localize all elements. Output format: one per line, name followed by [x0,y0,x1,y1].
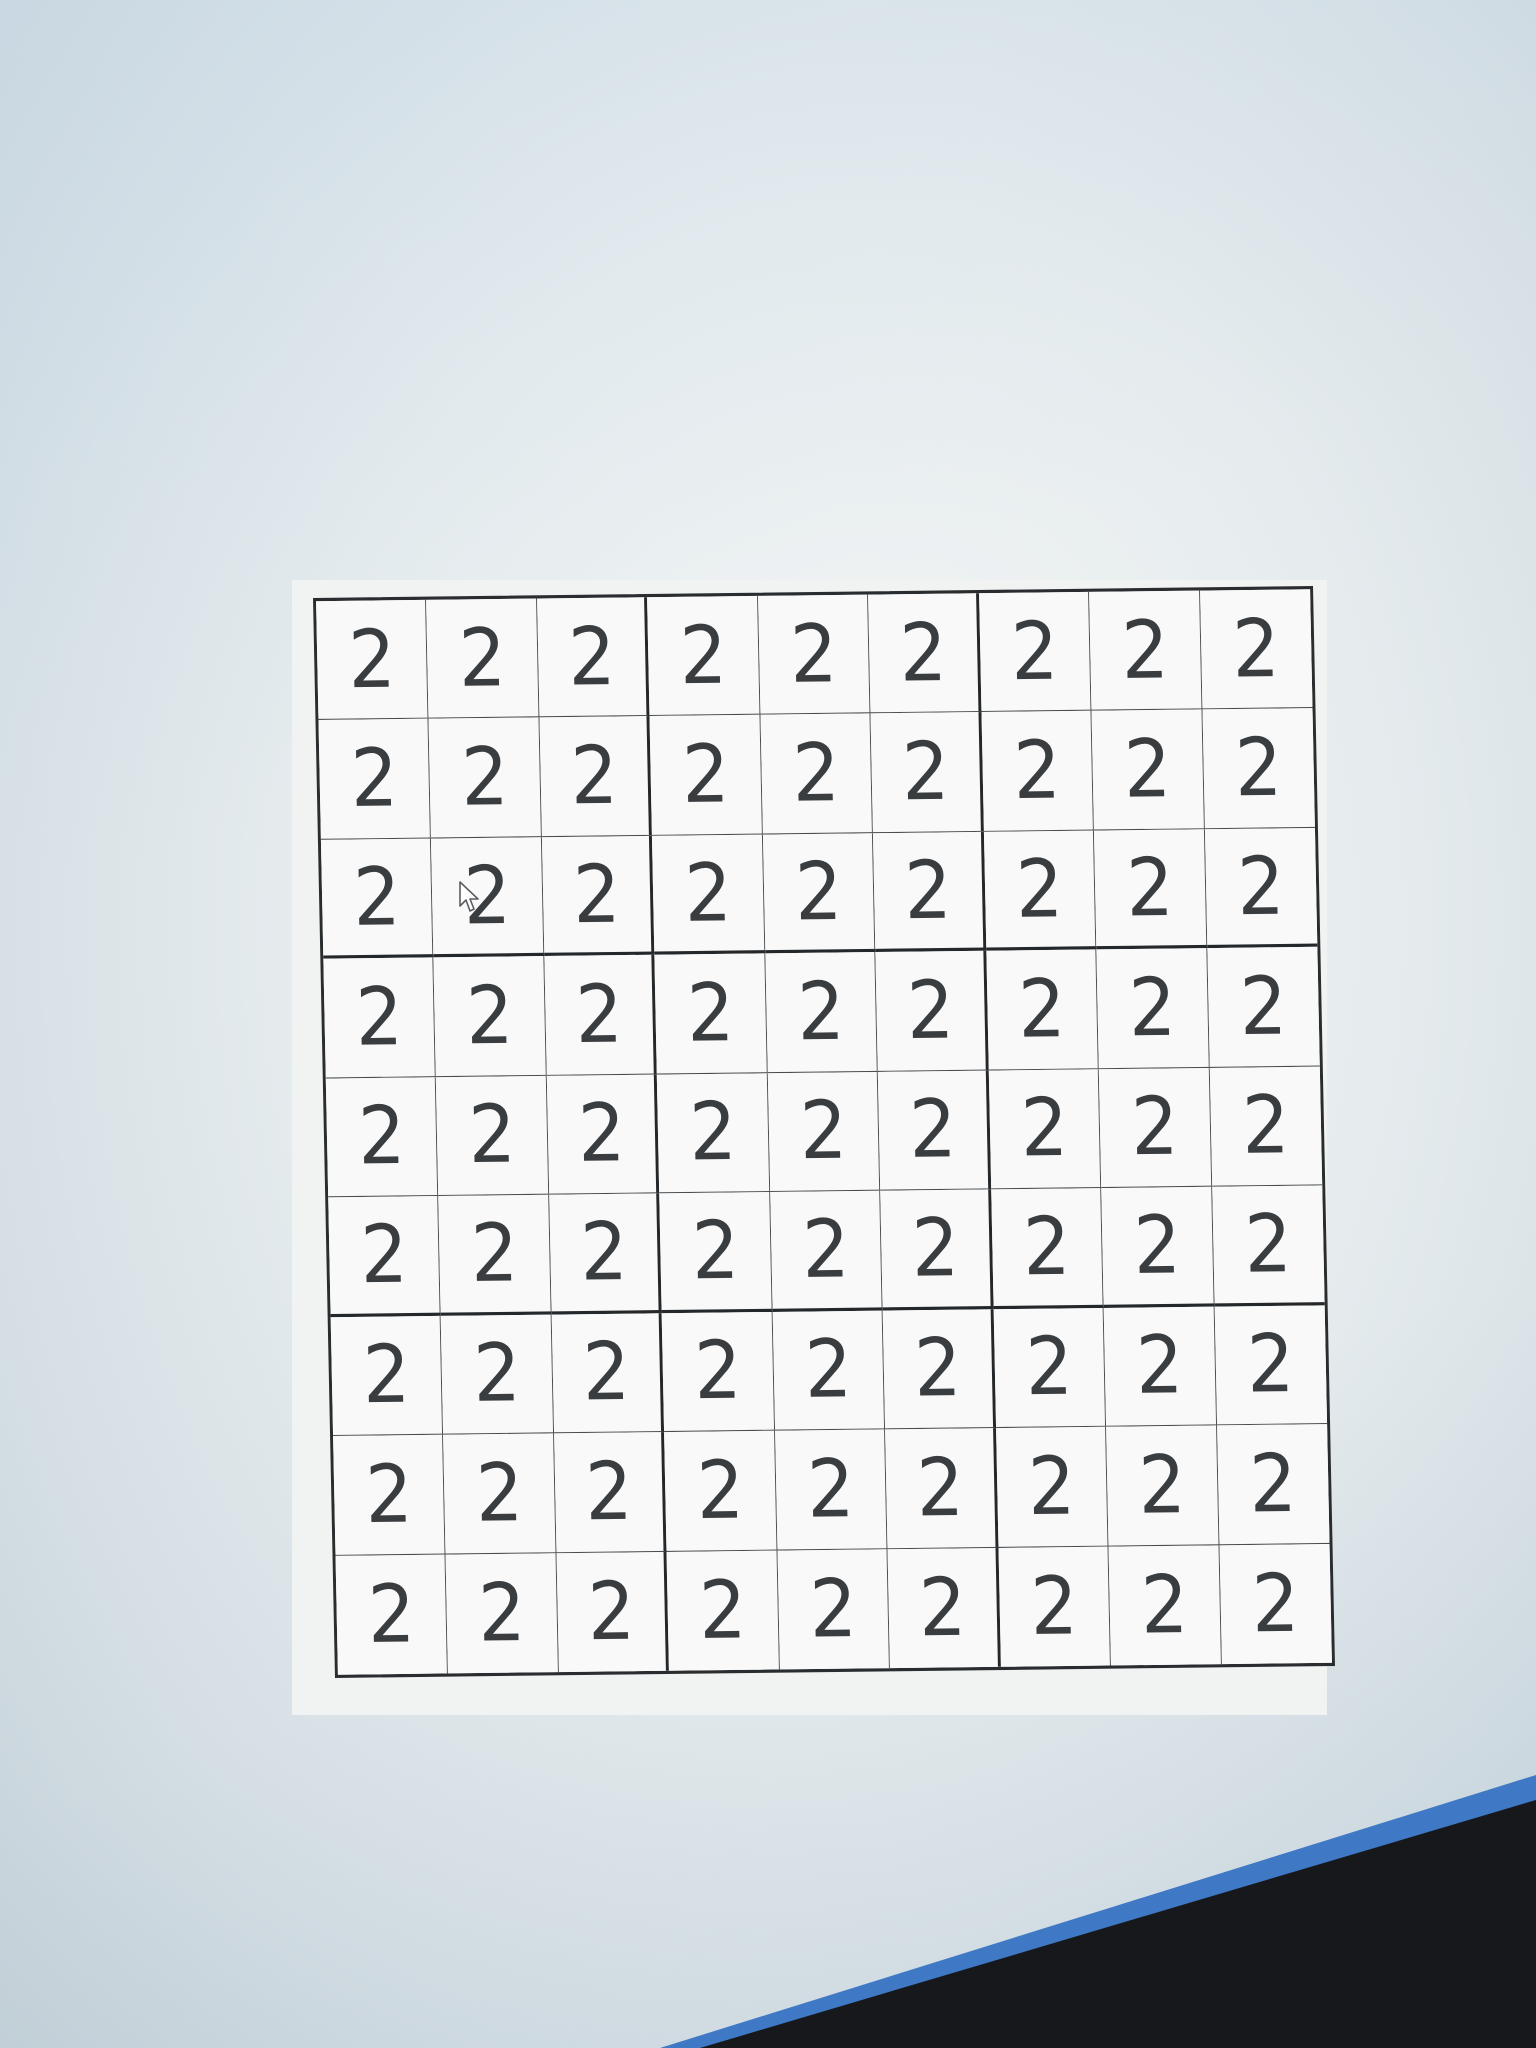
sudoku-cell[interactable]: 2 [777,1548,891,1670]
sudoku-cell[interactable]: 2 [875,951,989,1072]
sudoku-cell[interactable]: 2 [335,1554,449,1675]
sudoku-cell[interactable]: 2 [995,1426,1109,1548]
sudoku-cell[interactable]: 2 [998,1546,1112,1667]
sudoku-cell[interactable]: 2 [1091,709,1205,831]
sudoku-cell[interactable]: 2 [887,1547,1001,1669]
sudoku-cell[interactable]: 2 [445,1552,559,1674]
sudoku-cell[interactable]: 2 [546,1074,660,1195]
sudoku-cell[interactable]: 2 [1204,827,1318,949]
sudoku-cell[interactable]: 2 [325,1076,439,1198]
taskbar-bar [680,1785,1536,2048]
sudoku-cell[interactable]: 2 [988,1069,1102,1190]
sudoku-cell[interactable]: 2 [1089,590,1203,712]
sudoku-cell[interactable]: 2 [536,597,650,718]
sudoku-cell[interactable]: 2 [1206,947,1320,1068]
sudoku-cell[interactable]: 2 [544,955,658,1076]
sudoku-cell[interactable]: 2 [428,717,542,839]
sudoku-cell[interactable]: 2 [880,1189,994,1311]
sudoku-cell[interactable]: 2 [657,1073,770,1194]
sudoku-cell[interactable]: 2 [654,953,768,1075]
sudoku-cell[interactable]: 2 [1101,1186,1215,1308]
sudoku-cell[interactable]: 2 [664,1430,778,1552]
sudoku-cell[interactable]: 2 [762,833,876,954]
sudoku-cell[interactable]: 2 [772,1310,886,1431]
sudoku-cell[interactable]: 2 [767,1071,881,1193]
sudoku-cell[interactable]: 2 [661,1311,775,1433]
sudoku-cell[interactable]: 2 [539,716,653,838]
sudoku-cell[interactable]: 2 [878,1070,991,1191]
sudoku-cell[interactable]: 2 [870,712,984,834]
sudoku-cell[interactable]: 2 [1219,1543,1332,1665]
sudoku-cell[interactable]: 2 [320,838,434,960]
sudoku-cell[interactable]: 2 [1199,589,1313,710]
sudoku-cell[interactable]: 2 [549,1193,662,1315]
sudoku-cell[interactable]: 2 [426,598,540,720]
sudoku-cell[interactable]: 2 [551,1312,665,1434]
sudoku-cell[interactable]: 2 [1202,708,1315,830]
sudoku-cell[interactable]: 2 [981,711,1095,832]
sudoku-board: 2222222222222222222222222222222222222222… [313,586,1335,1678]
sudoku-cell[interactable]: 2 [978,591,1092,713]
sudoku-cell[interactable]: 2 [438,1194,552,1316]
sudoku-cell[interactable]: 2 [1216,1424,1330,1545]
sudoku-cell[interactable]: 2 [873,831,987,953]
sudoku-cell[interactable]: 2 [659,1192,773,1313]
taskbar-accent-edge [660,1775,1536,2048]
sudoku-cell[interactable]: 2 [666,1550,780,1671]
sudoku-cell[interactable]: 2 [769,1190,883,1312]
sudoku-cell[interactable]: 2 [323,957,437,1079]
sudoku-cell[interactable]: 2 [986,949,1099,1071]
sudoku-cell[interactable]: 2 [649,715,763,836]
sudoku-cell[interactable]: 2 [318,719,432,840]
sudoku-cell[interactable]: 2 [868,593,982,714]
sudoku-cell[interactable]: 2 [330,1315,444,1437]
sudoku-cell[interactable]: 2 [431,837,545,958]
sudoku-cell[interactable]: 2 [990,1188,1104,1309]
sudoku-cell[interactable]: 2 [760,713,874,835]
sudoku-cell[interactable]: 2 [553,1432,667,1553]
sudoku-cell[interactable]: 2 [433,956,547,1077]
sudoku-cell[interactable]: 2 [757,594,871,716]
sudoku-cell[interactable]: 2 [1094,829,1207,950]
sudoku-cell[interactable]: 2 [993,1307,1107,1429]
sudoku-cell[interactable]: 2 [328,1196,442,1317]
sudoku-cell[interactable]: 2 [1103,1306,1217,1427]
sudoku-grid: 2222222222222222222222222222222222222222… [313,586,1335,1678]
sudoku-cell[interactable]: 2 [983,830,1097,952]
sudoku-cell[interactable]: 2 [774,1429,888,1551]
sudoku-cell[interactable]: 2 [1098,1067,1212,1189]
sudoku-cell[interactable]: 2 [541,835,655,957]
sudoku-cell[interactable]: 2 [316,599,429,721]
sudoku-cell[interactable]: 2 [885,1428,999,1549]
sudoku-cell[interactable]: 2 [1211,1185,1325,1307]
sudoku-cell[interactable]: 2 [441,1314,554,1435]
arrow-pointer-icon [459,881,479,912]
sudoku-cell[interactable]: 2 [333,1434,446,1556]
sudoku-cell[interactable]: 2 [1108,1544,1222,1666]
sudoku-cell[interactable]: 2 [1214,1304,1328,1426]
sudoku-cell[interactable]: 2 [556,1551,670,1673]
sudoku-cell[interactable]: 2 [647,595,761,717]
sudoku-cell[interactable]: 2 [882,1308,996,1430]
sudoku-cell[interactable]: 2 [652,834,766,956]
sudoku-cell[interactable]: 2 [1106,1425,1220,1547]
sudoku-cell[interactable]: 2 [1096,948,1210,1070]
sudoku-cell[interactable]: 2 [1209,1066,1323,1187]
sudoku-cell[interactable]: 2 [765,952,879,1074]
sudoku-cell[interactable]: 2 [443,1433,557,1555]
sudoku-cell[interactable]: 2 [436,1075,550,1197]
